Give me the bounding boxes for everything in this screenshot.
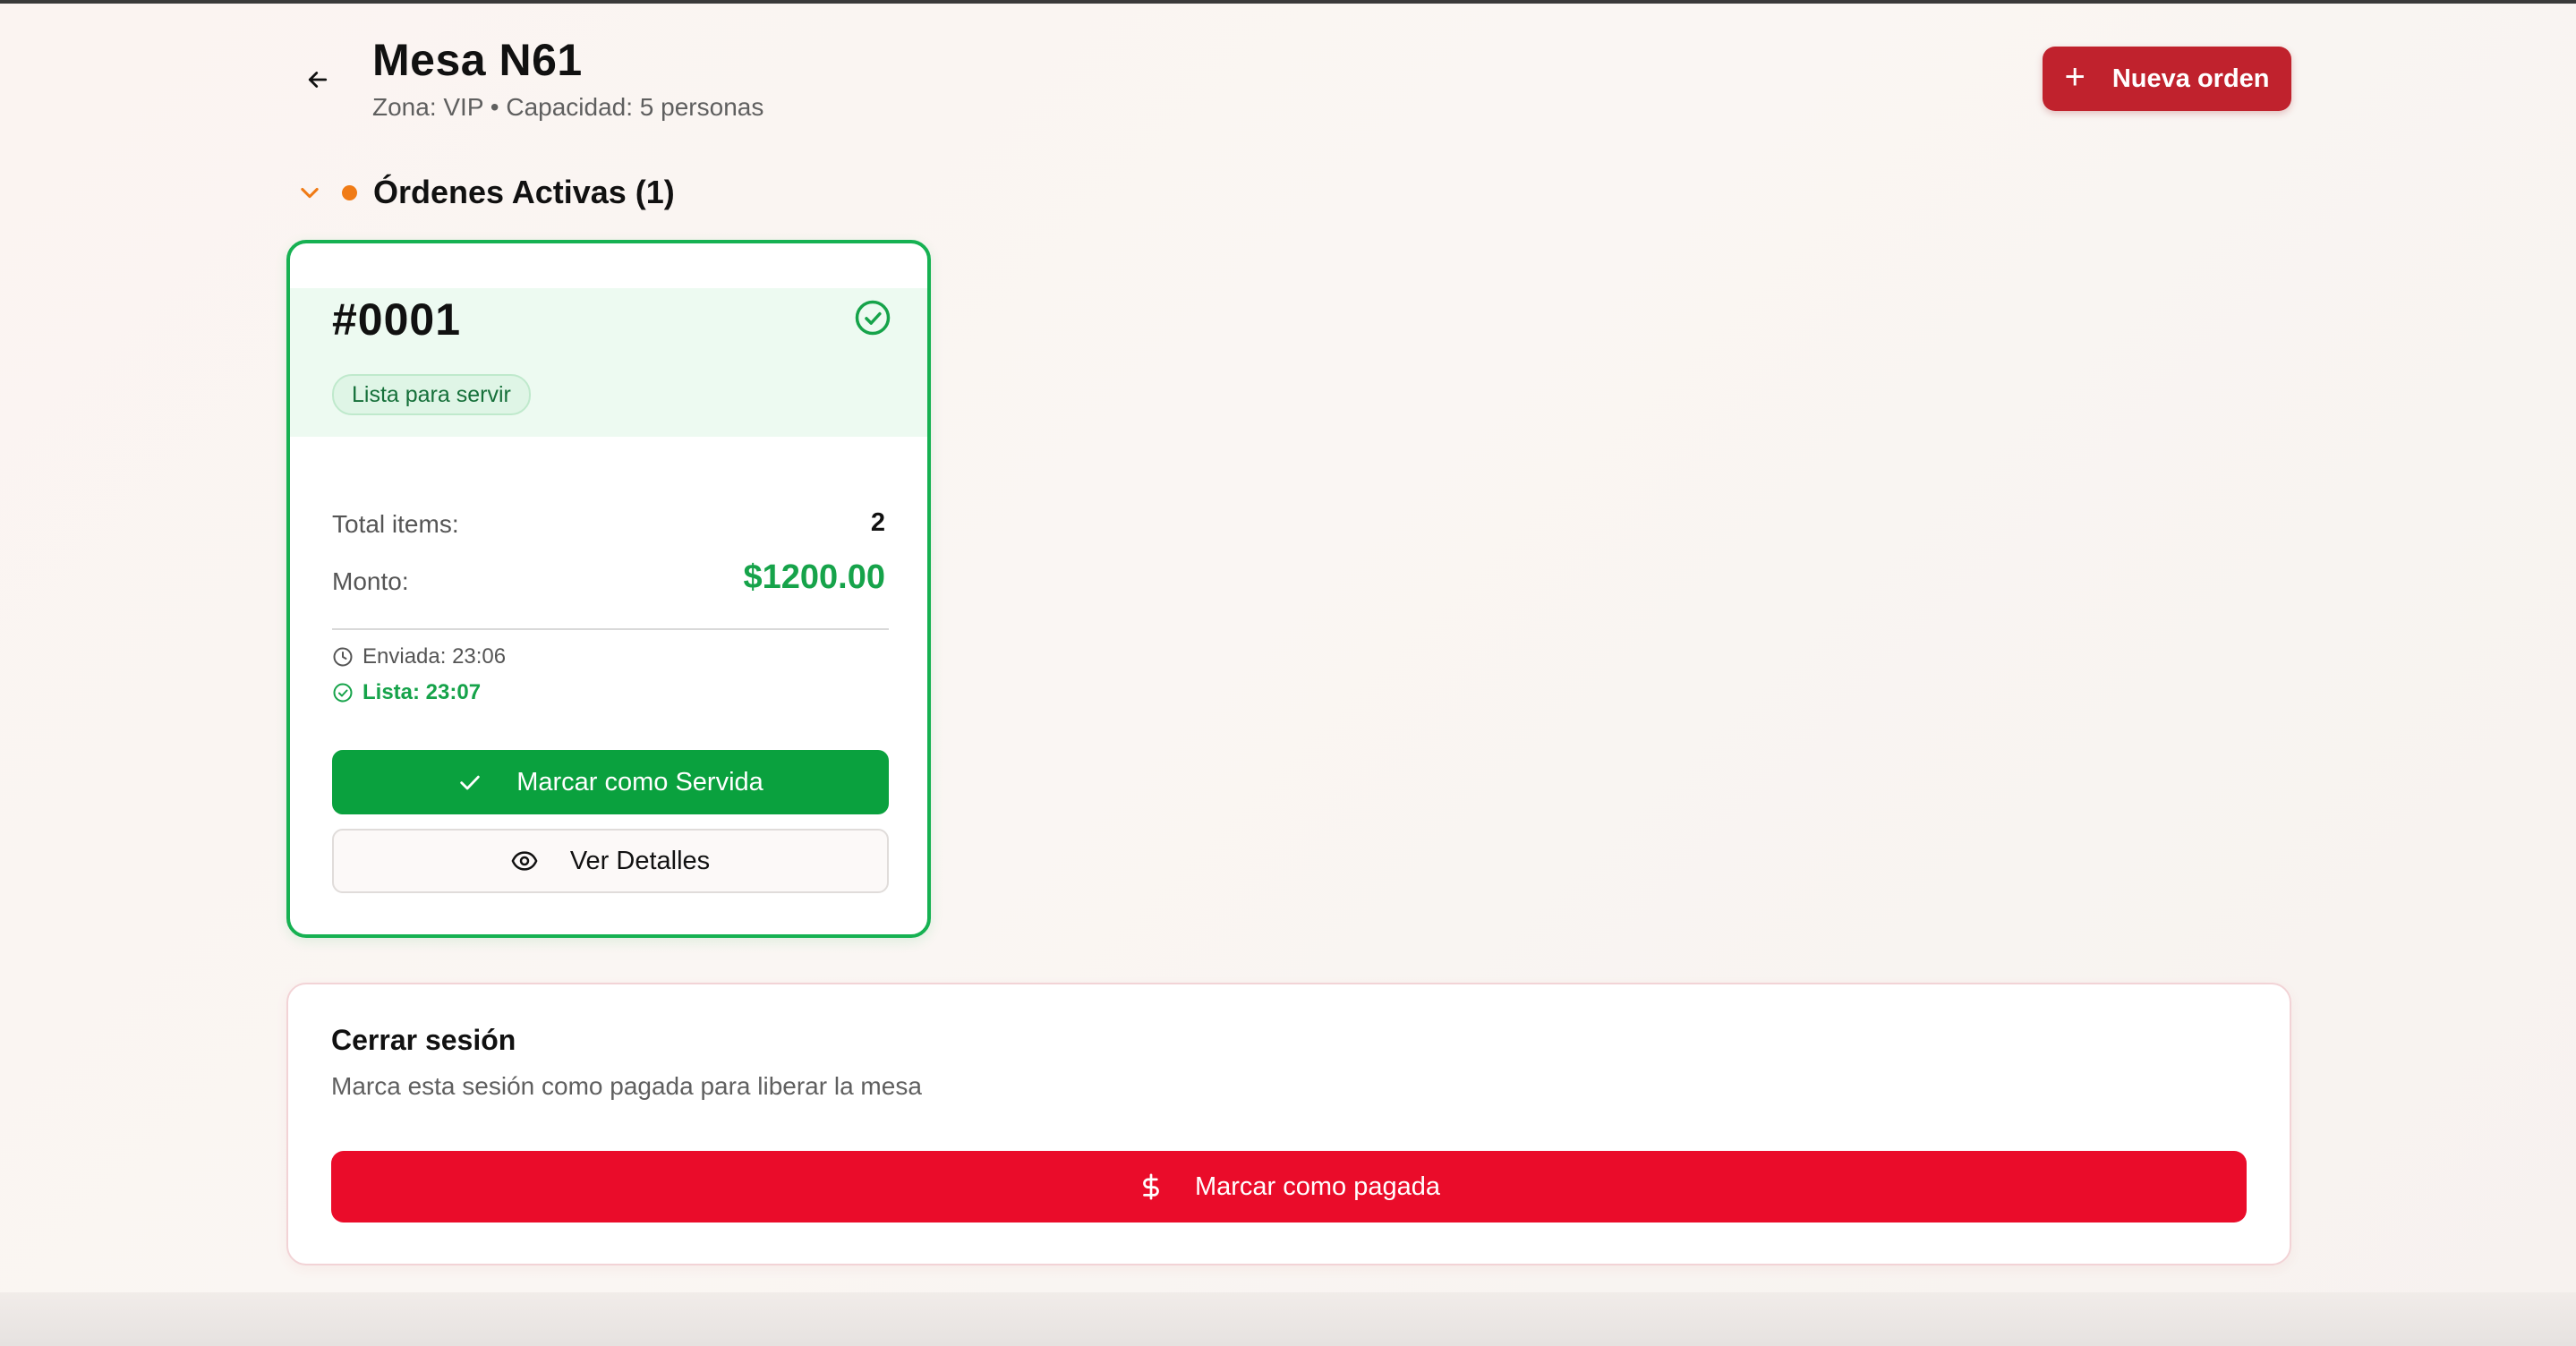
new-order-label: Nueva orden bbox=[2111, 64, 2270, 93]
divider bbox=[332, 628, 889, 630]
mark-served-button[interactable]: Marcar como Servida bbox=[332, 750, 889, 814]
amount-label: Monto: bbox=[332, 567, 409, 595]
ready-time: Lista: 23:07 bbox=[363, 680, 482, 704]
arrow-left-icon bbox=[308, 72, 328, 88]
check-circle-icon bbox=[855, 300, 891, 336]
clock-icon bbox=[333, 647, 353, 667]
mark-paid-label: Marcar como pagada bbox=[1194, 1171, 1441, 1201]
eye-icon bbox=[511, 851, 538, 871]
order-card: #0001 Lista para servir Total items: 2 M… bbox=[286, 240, 931, 938]
total-items-label: Total items: bbox=[332, 510, 459, 538]
sent-time: Enviada: 23:06 bbox=[363, 644, 507, 669]
close-session-description: Marca esta sesión como pagada para liber… bbox=[331, 1072, 922, 1100]
active-orders-header[interactable]: Órdenes Activas (1) bbox=[295, 170, 675, 215]
total-items-value: 2 bbox=[870, 508, 885, 537]
view-details-button[interactable]: Ver Detalles bbox=[332, 829, 889, 893]
chevron-down-icon[interactable] bbox=[295, 178, 324, 207]
bottom-edge bbox=[0, 1292, 2576, 1346]
new-order-button[interactable]: + Nueva orden bbox=[2043, 47, 2291, 111]
close-session-panel: Cerrar sesión Marca esta sesión como pag… bbox=[286, 983, 2291, 1265]
sent-time-row: Enviada: 23:06 bbox=[332, 644, 506, 669]
order-number: #0001 bbox=[332, 294, 462, 345]
section-title: Órdenes Activas (1) bbox=[373, 174, 675, 210]
dollar-icon bbox=[1143, 1173, 1159, 1200]
mark-paid-button[interactable]: Marcar como pagada bbox=[331, 1151, 2247, 1222]
plus-icon: + bbox=[2064, 57, 2086, 97]
status-badge: Lista para servir bbox=[332, 374, 531, 415]
back-button[interactable] bbox=[295, 57, 340, 102]
status-dot bbox=[342, 184, 357, 200]
window-top-border bbox=[0, 0, 2576, 4]
table-info: Zona: VIP • Capacidad: 5 personas bbox=[372, 93, 764, 121]
view-details-label: Ver Detalles bbox=[569, 846, 711, 875]
page-title: Mesa N61 bbox=[372, 35, 583, 85]
ready-time-row: Lista: 23:07 bbox=[332, 680, 481, 705]
check-circle-icon bbox=[333, 683, 353, 703]
amount-value: $1200.00 bbox=[743, 558, 886, 596]
close-session-title: Cerrar sesión bbox=[331, 1024, 516, 1056]
check-icon bbox=[460, 775, 480, 790]
mark-served-label: Marcar como Servida bbox=[516, 767, 763, 797]
